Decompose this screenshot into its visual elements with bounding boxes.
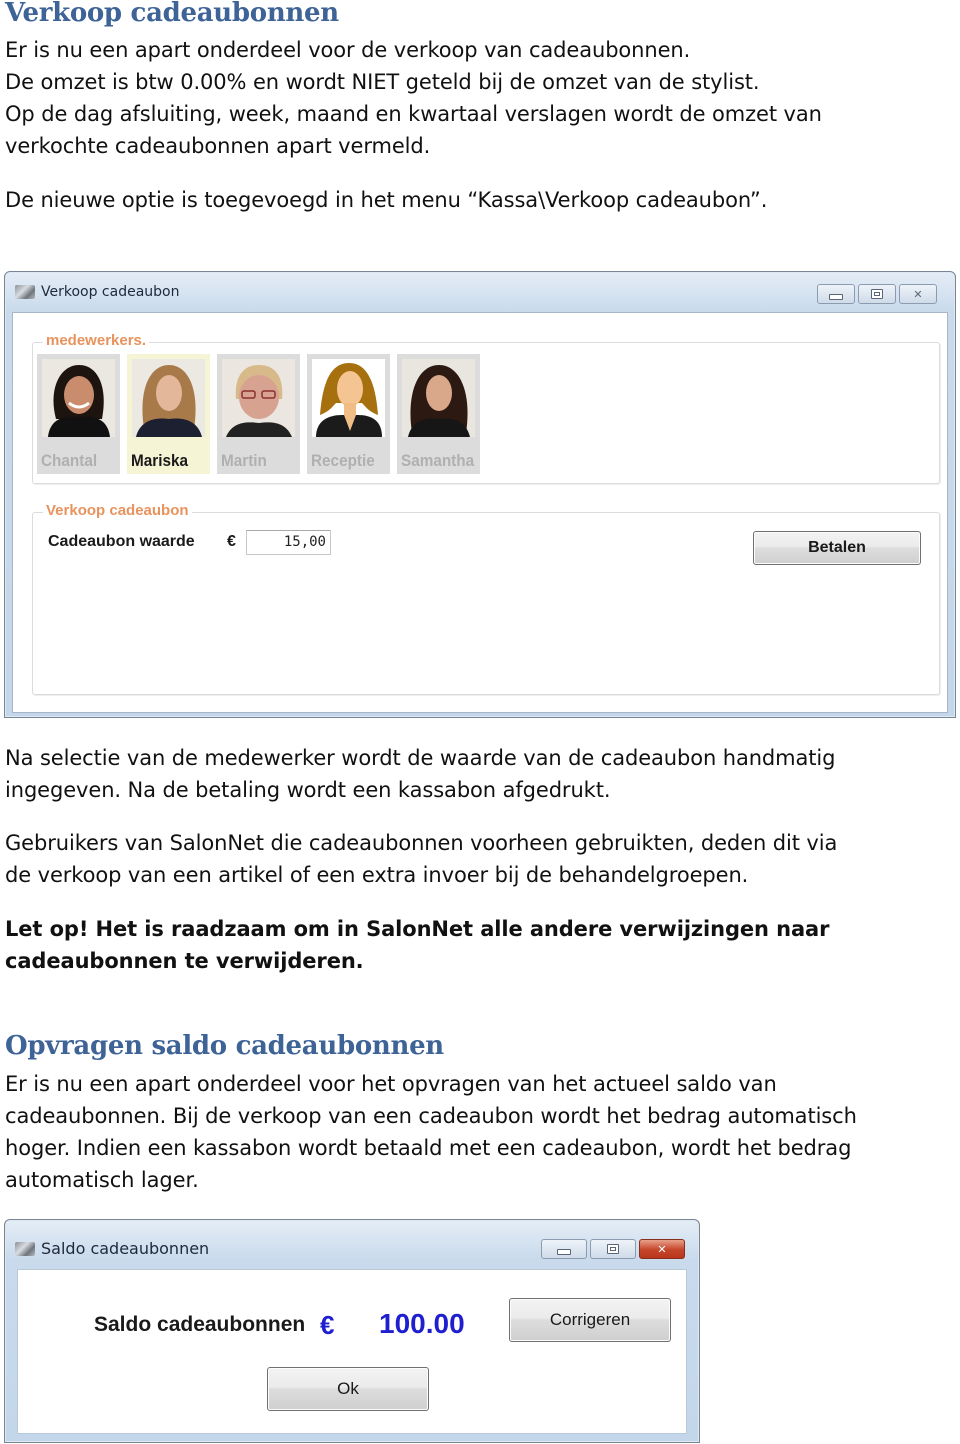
window-client-area: Saldo cadeaubonnen € 100.00 Corrigeren O…	[17, 1269, 687, 1434]
correct-button[interactable]: Corrigeren	[509, 1298, 671, 1342]
pay-button[interactable]: Betalen	[753, 531, 921, 565]
saldo-line-1: Er is nu een apart onderdeel voor het op…	[5, 1072, 777, 1096]
users-line-2: de verkoop van een artikel of een extra …	[5, 863, 749, 887]
window-client-area: medewerkers. Chantal Mariska Martin Rece…	[12, 312, 948, 713]
after-line-1: Na selectie van de medewerker wordt de w…	[5, 746, 836, 770]
staff-tile-chantal[interactable]: Chantal	[37, 354, 120, 474]
ok-button[interactable]: Ok	[267, 1367, 429, 1411]
sale-group-label: Verkoop cadeaubon	[43, 502, 192, 519]
close-button[interactable]: ✕	[639, 1239, 685, 1259]
staff-tile-receptie[interactable]: Receptie	[307, 354, 390, 474]
staff-tile-mariska[interactable]: Mariska	[127, 354, 210, 474]
minimize-icon	[829, 294, 843, 300]
window-title: Saldo cadeaubonnen	[15, 1239, 209, 1258]
warning-line-1: Let op! Het is raadzaam om in SalonNet a…	[5, 917, 830, 941]
minimize-icon	[557, 1249, 571, 1255]
maximize-icon	[607, 1244, 619, 1254]
window-title-text: Saldo cadeaubonnen	[41, 1239, 210, 1258]
avatar-icon	[402, 359, 475, 437]
intro-line-4: verkochte cadeaubonnen apart vermeld.	[5, 134, 431, 158]
staff-photo	[312, 359, 385, 437]
staff-photo	[42, 359, 115, 437]
window-title: Verkoop cadeaubon	[15, 284, 180, 300]
verkoop-cadeaubon-window: Verkoop cadeaubon ✕ medewerkers. Chantal…	[4, 271, 956, 718]
staff-groupbox: medewerkers. Chantal Mariska Martin Rece…	[32, 332, 940, 484]
menu-note: De nieuwe optie is toegevoegd in het men…	[5, 188, 768, 212]
maximize-button[interactable]	[590, 1239, 636, 1259]
staff-photo	[402, 359, 475, 437]
staff-name: Mariska	[131, 451, 188, 470]
after-line-2: ingegeven. Na de betaling wordt een kass…	[5, 778, 611, 802]
saldo-cadeaubonnen-window: Saldo cadeaubonnen ✕ Saldo cadeaubonnen …	[4, 1219, 700, 1443]
sale-groupbox: Verkoop cadeaubon Cadeaubon waarde € 15,…	[32, 502, 940, 695]
intro-line-2: De omzet is btw 0.00% en wordt NIET gete…	[5, 70, 760, 94]
saldo-label: Saldo cadeaubonnen	[94, 1313, 306, 1336]
saldo-line-2: cadeaubonnen. Bij de verkoop van een cad…	[5, 1104, 857, 1128]
saldo-value: 100.00	[379, 1308, 465, 1339]
staff-name: Martin	[221, 451, 267, 470]
value-input[interactable]: 15,00	[246, 530, 331, 555]
heading-verkoop-cadeaubonnen: Verkoop cadeaubonnen	[5, 0, 339, 28]
app-icon	[15, 285, 35, 299]
staff-tile-samantha[interactable]: Samantha	[397, 354, 480, 474]
staff-name: Samantha	[401, 451, 475, 470]
value-label: Cadeaubon waarde	[48, 533, 195, 550]
staff-name: Chantal	[41, 451, 98, 470]
minimize-button[interactable]	[541, 1239, 587, 1259]
minimize-button[interactable]	[817, 284, 855, 304]
intro-line-3: Op de dag afsluiting, week, maand en kwa…	[5, 102, 822, 126]
close-icon: ✕	[657, 1242, 667, 1256]
maximize-button[interactable]	[858, 284, 896, 304]
warning-line-2: cadeaubonnen te verwijderen.	[5, 949, 364, 973]
saldo-euro-sign: €	[320, 1310, 335, 1340]
caption-buttons: ✕	[541, 1239, 685, 1259]
close-button[interactable]: ✕	[899, 284, 937, 304]
staff-name: Receptie	[311, 451, 375, 470]
heading-opvragen-saldo: Opvragen saldo cadeaubonnen	[5, 1031, 444, 1061]
avatar-icon	[222, 359, 295, 437]
staff-tile-martin[interactable]: Martin	[217, 354, 300, 474]
staff-photo	[132, 359, 205, 437]
window-title-text: Verkoop cadeaubon	[41, 284, 180, 300]
close-icon: ✕	[913, 287, 923, 301]
intro-line-1: Er is nu een apart onderdeel voor de ver…	[5, 38, 691, 62]
avatar-placeholder-icon	[312, 359, 385, 437]
staff-group-label: medewerkers.	[43, 332, 150, 349]
saldo-line-3: hoger. Indien een kassabon wordt betaald…	[5, 1136, 852, 1160]
euro-sign: €	[227, 533, 236, 550]
avatar-icon	[42, 359, 115, 437]
app-icon	[15, 1241, 35, 1256]
users-line-1: Gebruikers van SalonNet die cadeaubonnen…	[5, 831, 838, 855]
avatar-icon	[132, 359, 205, 437]
staff-photo	[222, 359, 295, 437]
maximize-icon	[871, 289, 883, 299]
saldo-line-4: automatisch lager.	[5, 1168, 199, 1192]
caption-buttons: ✕	[817, 284, 937, 304]
